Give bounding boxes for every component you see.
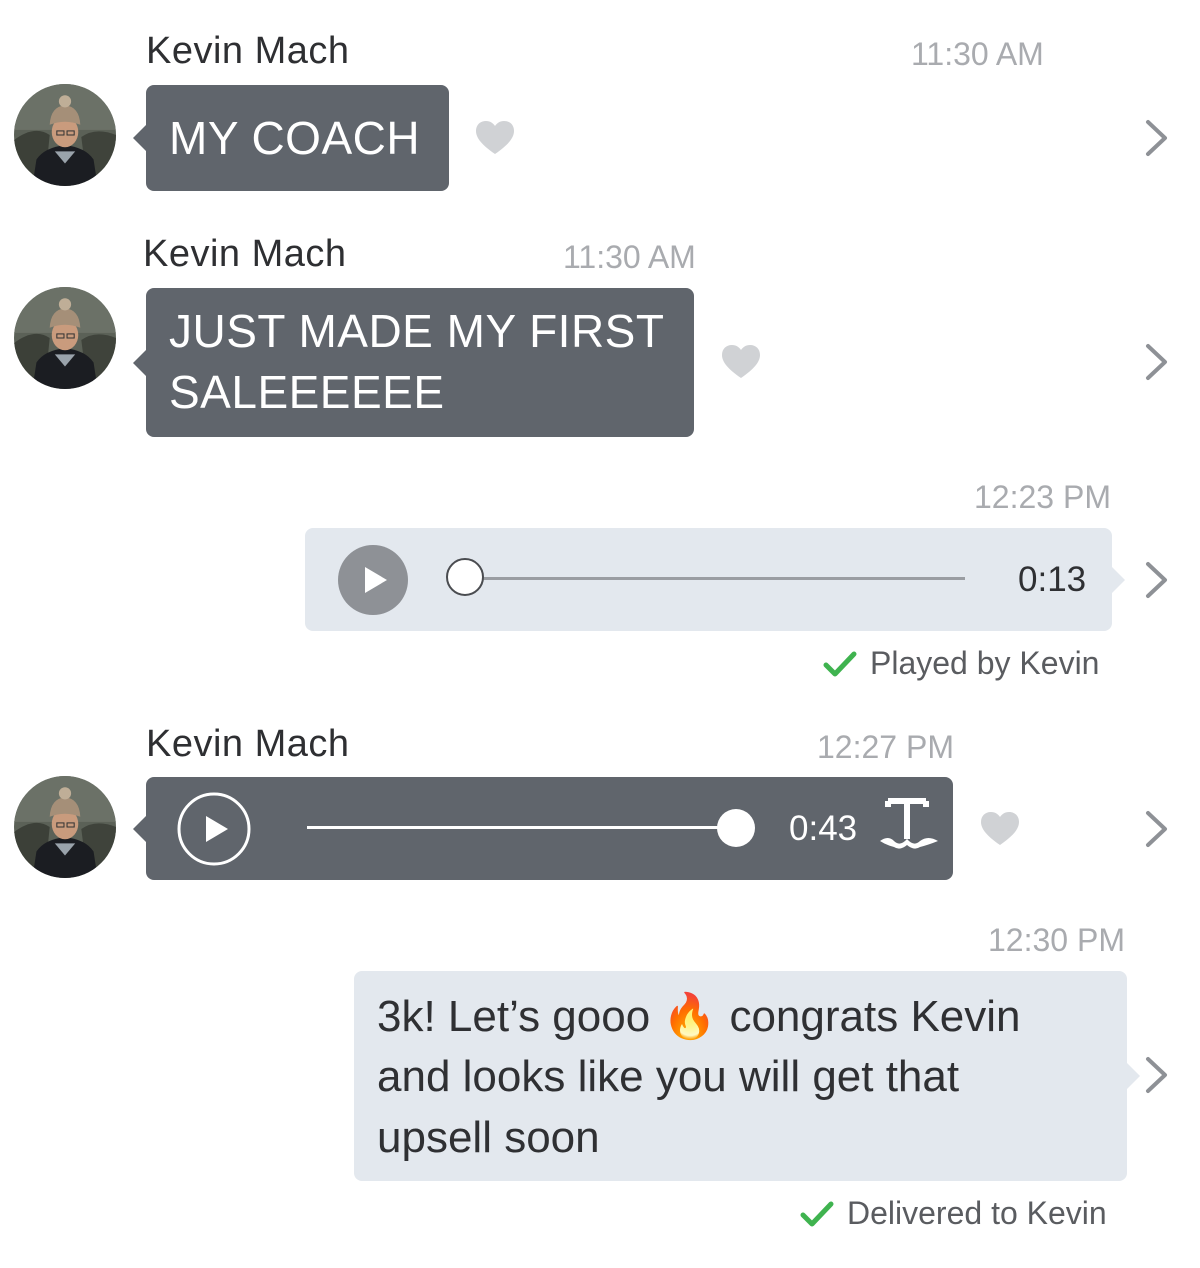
transcribe-icon[interactable] [878,795,942,859]
avatar[interactable] [14,776,116,878]
audio-progress-track[interactable] [467,577,965,580]
audio-scrubber-handle[interactable] [446,558,484,596]
read-status: Played by Kevin [870,645,1100,681]
chevron-right-icon[interactable] [1143,342,1171,382]
message-timestamp: 12:30 PM [988,922,1125,958]
message-text: 3k! Let’s gooo [377,992,651,1041]
message-line: upsell soon [377,1113,600,1162]
message-timestamp: 11:30 AM [563,239,696,275]
audio-duration: 0:43 [789,809,858,848]
message-bubble[interactable]: JUST MADE MY FIRST SALEEEEEE [133,288,694,437]
message-timestamp: 11:30 AM [911,36,1044,72]
play-button[interactable] [176,791,252,867]
message-line: SALEEEEEE [169,366,445,418]
play-button[interactable] [338,545,408,615]
chevron-right-icon[interactable] [1143,118,1171,158]
audio-message-bubble[interactable]: 0:43 [133,777,953,880]
message-bubble[interactable]: 3k! Let’s gooo 🔥 congrats Kevin and look… [354,971,1140,1181]
audio-scrubber-handle[interactable] [717,809,755,847]
message-text: congrats Kevin [729,992,1021,1041]
heart-icon[interactable] [476,121,514,155]
message-line: JUST MADE MY FIRST [169,305,665,357]
sender-name: Kevin Mach [143,233,347,275]
message-bubble[interactable]: MY COACH [133,85,449,191]
fire-emoji: 🔥 [662,992,718,1041]
audio-message-bubble[interactable]: 0:13 [305,528,1125,631]
chevron-right-icon[interactable] [1143,560,1171,600]
checkmark-icon [800,1200,834,1228]
avatar[interactable] [14,84,116,186]
message-line: and looks like you will get that [377,1052,960,1101]
message-timestamp: 12:23 PM [974,479,1111,515]
audio-progress-track[interactable] [307,826,737,829]
chevron-right-icon[interactable] [1143,1055,1171,1095]
play-icon [206,816,228,842]
sender-name: Kevin Mach [146,30,350,72]
avatar[interactable] [14,287,116,389]
checkmark-icon [823,650,857,678]
chevron-right-icon[interactable] [1143,809,1171,849]
heart-icon[interactable] [981,812,1019,846]
message-timestamp: 12:27 PM [817,729,954,765]
message-text: MY COACH [169,112,421,164]
heart-icon[interactable] [722,345,760,379]
delivery-status: Delivered to Kevin [847,1195,1107,1231]
message-line: 3k! Let’s gooo 🔥 congrats Kevin [377,989,1021,1045]
audio-duration: 0:13 [1018,560,1087,599]
sender-name: Kevin Mach [146,723,350,765]
